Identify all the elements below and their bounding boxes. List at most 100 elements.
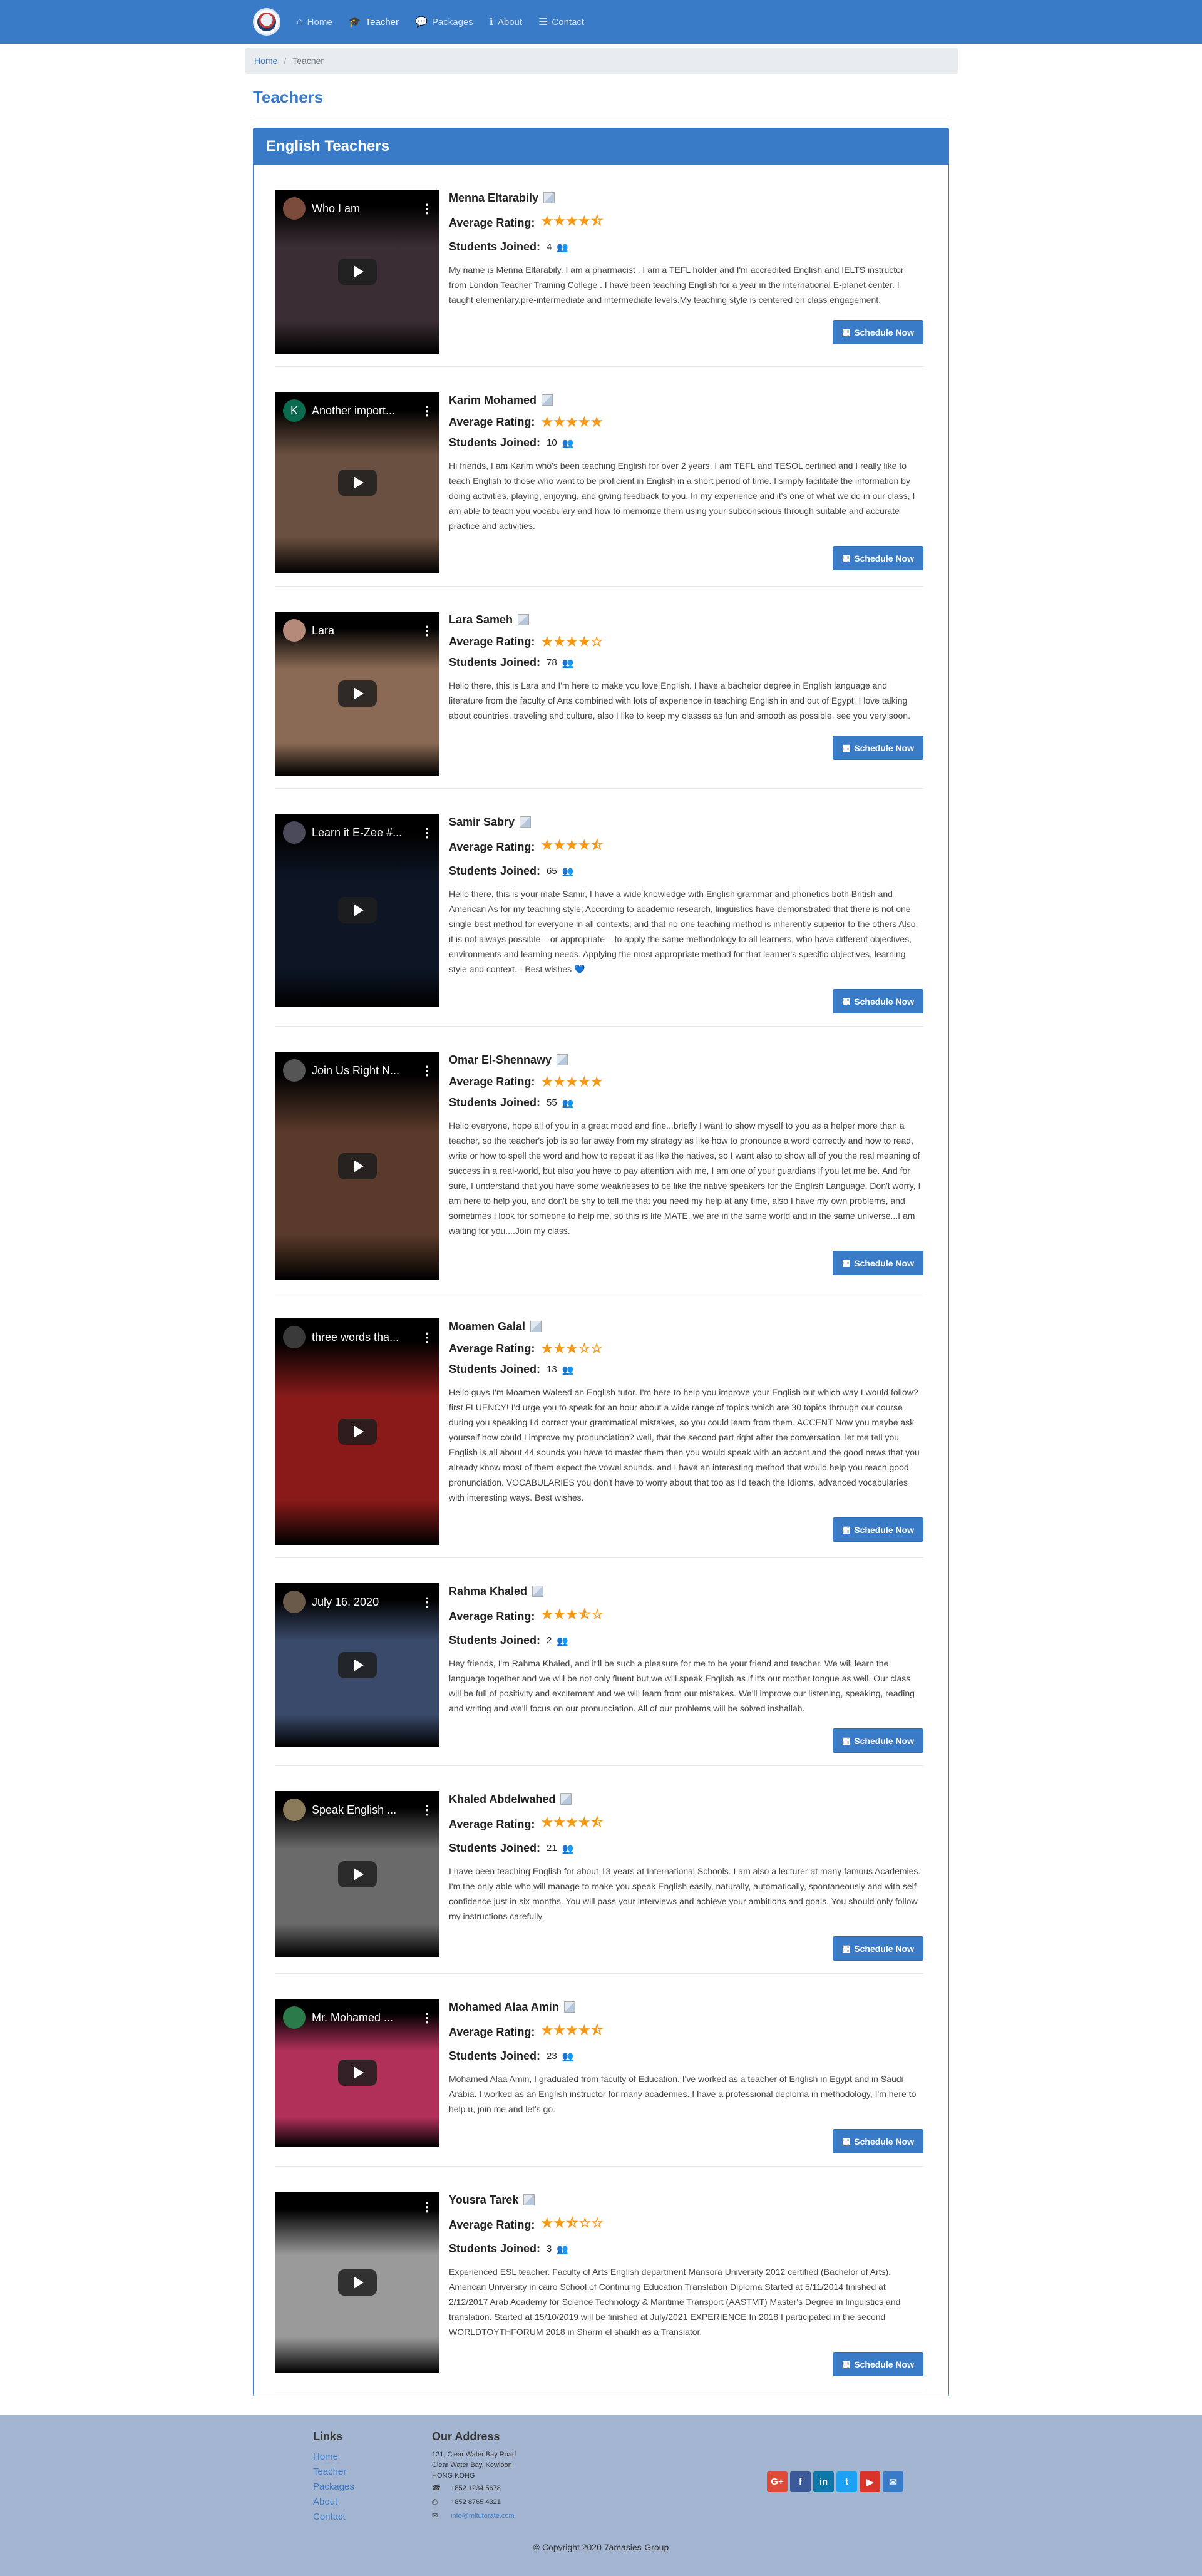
more-options-icon[interactable]: ⋮ <box>421 2010 433 2026</box>
intro-video[interactable]: July 16, 2020 ⋮ <box>275 1583 439 1747</box>
teacher-name[interactable]: Rahma Khaled <box>449 1585 527 1598</box>
star-icon: ★ <box>578 1815 591 1830</box>
breadcrumb-home[interactable]: Home <box>254 56 277 66</box>
more-options-icon[interactable]: ⋮ <box>421 1063 433 1079</box>
country-flag-icon <box>542 394 553 406</box>
play-button-icon[interactable] <box>338 2269 377 2296</box>
play-button-icon[interactable] <box>338 897 377 923</box>
teacher-name[interactable]: Samir Sabry <box>449 816 515 829</box>
teacher-name-row: Khaled Abdelwahed <box>449 1791 923 1807</box>
intro-video[interactable]: Speak English ... ⋮ <box>275 1791 439 1957</box>
intro-video[interactable]: Lara ⋮ <box>275 612 439 776</box>
students-joined-row: Students Joined: 13 👥 <box>449 1363 923 1376</box>
play-button-icon[interactable] <box>338 259 377 285</box>
nav-item-home[interactable]: ⌂ Home <box>297 16 332 28</box>
nav-item-packages[interactable]: 💬 Packages <box>415 16 473 28</box>
footer-link-list: Home Teacher Packages About Contact <box>313 2450 354 2525</box>
schedule-now-button[interactable]: ▦ Schedule Now <box>833 736 923 760</box>
students-joined-count: 2 <box>547 1635 552 1646</box>
address-lines: 121, Clear Water Bay Road Clear Water Bay… <box>432 2450 516 2481</box>
facebook-icon[interactable]: f <box>790 2471 811 2492</box>
intro-video[interactable]: ⋮ <box>275 2192 439 2373</box>
rating-row: Average Rating: ★★★★★ <box>449 1074 923 1090</box>
schedule-now-button[interactable]: ▦ Schedule Now <box>833 989 923 1013</box>
youtube-icon[interactable]: ▶ <box>860 2471 880 2492</box>
schedule-now-button[interactable]: ▦ Schedule Now <box>833 2129 923 2153</box>
teacher-name[interactable]: Menna Eltarabily <box>449 192 538 205</box>
teacher-name[interactable]: Yousra Tarek <box>449 2194 518 2207</box>
schedule-now-button[interactable]: ▦ Schedule Now <box>833 1251 923 1275</box>
more-options-icon[interactable]: ⋮ <box>421 201 433 217</box>
schedule-now-button[interactable]: ▦ Schedule Now <box>833 320 923 344</box>
teacher-list: Who I am ⋮ Menna Eltarabily Average Rating:… <box>254 165 948 2396</box>
mail-icon[interactable]: ✉ <box>883 2471 903 2492</box>
more-options-icon[interactable]: ⋮ <box>421 1802 433 1818</box>
nav-item-label: Packages <box>431 16 473 28</box>
nav-item-about[interactable]: ℹ About <box>490 16 522 28</box>
footer-link-home[interactable]: Home <box>313 2450 354 2465</box>
button-row: ▦ Schedule Now <box>449 1517 923 1542</box>
teacher-name[interactable]: Mohamed Alaa Amin <box>449 2001 559 2014</box>
intro-video[interactable]: Mr. Mohamed ... ⋮ <box>275 1999 439 2147</box>
teacher-card: Mr. Mohamed ... ⋮ Mohamed Alaa Amin Average… <box>275 1974 923 2167</box>
twitter-icon[interactable]: t <box>836 2471 857 2492</box>
schedule-now-button[interactable]: ▦ Schedule Now <box>833 546 923 570</box>
star-icon: ⯪ <box>566 2216 579 2230</box>
video-title: Learn it E-Zee #... <box>312 826 403 839</box>
teacher-name-row: Lara Sameh <box>449 612 923 628</box>
nav-item-teacher[interactable]: 🎓 Teacher <box>349 16 399 28</box>
button-row: ▦ Schedule Now <box>449 320 923 344</box>
footer-link-contact[interactable]: Contact <box>313 2510 354 2525</box>
schedule-now-button[interactable]: ▦ Schedule Now <box>833 1728 923 1753</box>
footer-link-teacher[interactable]: Teacher <box>313 2465 354 2480</box>
more-options-icon[interactable]: ⋮ <box>421 1330 433 1345</box>
schedule-now-button[interactable]: ▦ Schedule Now <box>833 1517 923 1542</box>
nav-item-contact[interactable]: ☰ Contact <box>538 16 584 28</box>
footer-link-about[interactable]: About <box>313 2495 354 2510</box>
play-button-icon[interactable] <box>338 680 377 707</box>
teacher-name-row: Omar El-Shennawy <box>449 1052 923 1068</box>
more-options-icon[interactable]: ⋮ <box>421 825 433 841</box>
star-icon: ☆ <box>590 635 604 649</box>
teacher-card: Speak English ... ⋮ Khaled Abdelwahed Avera… <box>275 1766 923 1974</box>
schedule-now-button[interactable]: ▦ Schedule Now <box>833 2352 923 2376</box>
star-icon: ★ <box>590 415 604 429</box>
play-button-icon[interactable] <box>338 1652 377 1678</box>
intro-video[interactable]: Who I am ⋮ <box>275 190 439 354</box>
google-plus-icon[interactable]: G+ <box>767 2471 788 2492</box>
teacher-description: My name is Menna Eltarabily. I am a phar… <box>449 265 904 305</box>
students-joined-label: Students Joined: <box>449 436 541 449</box>
linkedin-icon[interactable]: in <box>813 2471 834 2492</box>
play-button-icon[interactable] <box>338 2060 377 2086</box>
play-button-icon[interactable] <box>338 470 377 496</box>
more-options-icon[interactable]: ⋮ <box>421 623 433 639</box>
teacher-name[interactable]: Lara Sameh <box>449 613 513 627</box>
intro-video[interactable]: K Another import... ⋮ <box>275 392 439 573</box>
play-button-icon[interactable] <box>338 1152 377 1179</box>
teacher-name[interactable]: Omar El-Shennawy <box>449 1054 552 1067</box>
star-icon: ★ <box>566 1815 578 1830</box>
footer-link-packages[interactable]: Packages <box>313 2480 354 2495</box>
students-joined-count: 23 <box>547 2051 557 2061</box>
intro-video[interactable]: three words tha... ⋮ <box>275 1318 439 1545</box>
intro-video[interactable]: Join Us Right N... ⋮ <box>275 1052 439 1280</box>
play-button-icon[interactable] <box>338 1419 377 1445</box>
schedule-now-button[interactable]: ▦ Schedule Now <box>833 1936 923 1961</box>
rating-label: Average Rating: <box>449 1075 535 1088</box>
more-options-icon[interactable]: ⋮ <box>421 2199 433 2215</box>
fax-number: +852 8765 4321 <box>451 2498 501 2506</box>
star-icon: ★ <box>541 2023 554 2038</box>
email-link[interactable]: info@mltutorate.com <box>451 2509 515 2523</box>
students-joined-row: Students Joined: 21 👥 <box>449 1842 923 1855</box>
teacher-name[interactable]: Khaled Abdelwahed <box>449 1793 555 1806</box>
star-icon: ★ <box>541 1342 554 1356</box>
rating-label: Average Rating: <box>449 841 535 853</box>
more-options-icon[interactable]: ⋮ <box>421 1594 433 1610</box>
site-logo[interactable] <box>253 8 280 36</box>
more-options-icon[interactable]: ⋮ <box>421 403 433 419</box>
play-button-icon[interactable] <box>338 1860 377 1887</box>
intro-video[interactable]: Learn it E-Zee #... ⋮ <box>275 814 439 1007</box>
teacher-name[interactable]: Karim Mohamed <box>449 394 537 407</box>
video-title-bar: Speak English ... ⋮ <box>283 1799 433 1821</box>
teacher-name[interactable]: Moamen Galal <box>449 1320 525 1333</box>
